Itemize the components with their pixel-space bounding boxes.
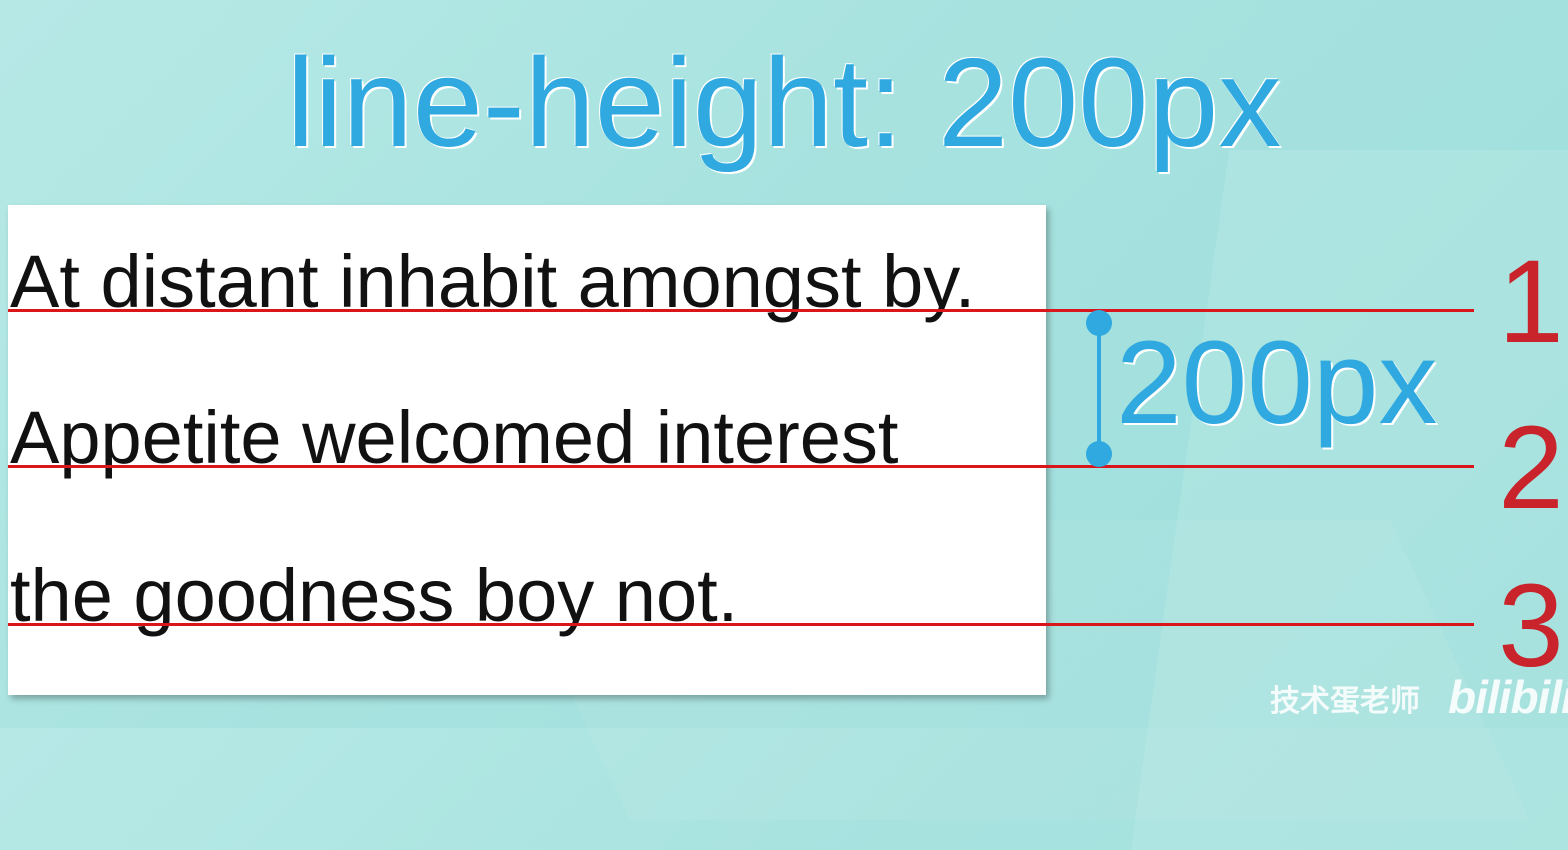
measure-bottom-dot bbox=[1086, 441, 1112, 467]
baseline-2 bbox=[8, 465, 1474, 468]
page-title: line-height: 200px bbox=[286, 32, 1282, 173]
bilibili-logo: bilibili bbox=[1448, 671, 1568, 723]
measure-top-dot bbox=[1086, 310, 1112, 336]
baseline-1 bbox=[8, 309, 1474, 312]
measure-label: 200px bbox=[1116, 317, 1438, 449]
line-number-3: 3 bbox=[1498, 560, 1564, 692]
measure-bar bbox=[1097, 323, 1101, 454]
baseline-3 bbox=[8, 623, 1474, 626]
watermark-author: 技术蛋老师 bbox=[1270, 685, 1420, 718]
line-number-2: 2 bbox=[1498, 402, 1564, 534]
line-number-1: 1 bbox=[1498, 236, 1564, 368]
